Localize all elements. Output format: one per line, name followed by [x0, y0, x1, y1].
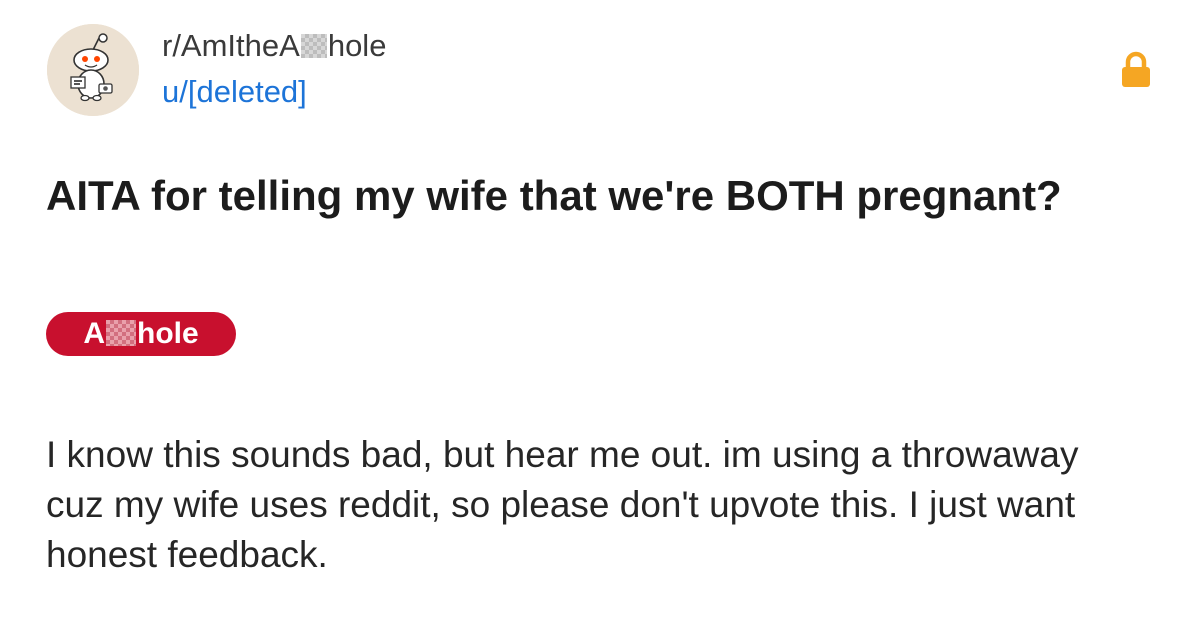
post-flair-badge[interactable]: Ahole — [46, 312, 236, 356]
subreddit-name-start: r/AmItheA — [162, 28, 300, 63]
author-username[interactable]: u/[deleted] — [162, 74, 307, 110]
censor-pixel-icon — [106, 320, 136, 346]
lock-icon — [1119, 51, 1153, 89]
censor-pixel-icon — [300, 34, 327, 58]
subreddit-name-end: hole — [327, 28, 387, 63]
reddit-post-card: r/AmItheA hole u/[deleted] AITA for telli… — [0, 0, 1200, 630]
subreddit-name[interactable]: r/AmItheA hole — [162, 28, 386, 64]
flair-text-start: A — [83, 317, 105, 350]
post-body: I know this sounds bad, but hear me out.… — [46, 434, 1079, 575]
flair-text-end: hole — [137, 317, 199, 350]
subreddit-avatar[interactable] — [47, 24, 139, 116]
post-title[interactable]: AITA for telling my wife that we're BOTH… — [46, 166, 1146, 225]
snoo-icon — [47, 24, 139, 116]
